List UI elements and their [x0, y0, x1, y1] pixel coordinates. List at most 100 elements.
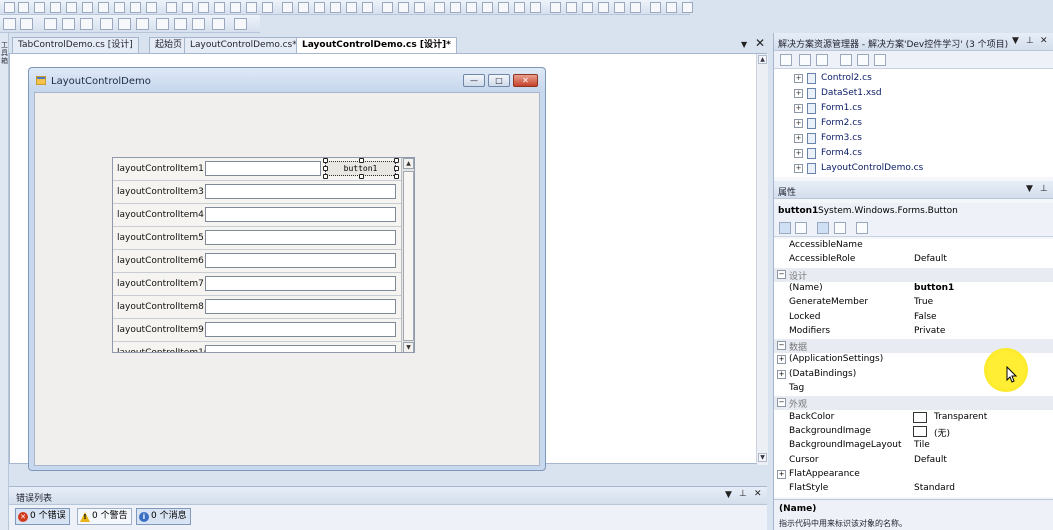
tab-layoutcontroldemo-code[interactable]: LayoutControlDemo.cs*: [184, 37, 303, 53]
pin-icon[interactable]: ⊥: [1026, 36, 1034, 46]
toolbar-button[interactable]: [214, 2, 225, 13]
close-icon[interactable]: ✕: [754, 489, 762, 499]
toolbar-button[interactable]: [650, 2, 661, 13]
toolbar-button[interactable]: [330, 2, 341, 13]
layout-item-textbox[interactable]: [205, 253, 396, 268]
toolbar-button[interactable]: [582, 2, 593, 13]
toolbar-button[interactable]: [114, 2, 125, 13]
form-client-area[interactable]: layoutControlItem1 button1 layoutControl…: [34, 92, 540, 466]
property-row[interactable]: (Name) button1: [774, 282, 1053, 296]
view-code-icon[interactable]: [840, 54, 852, 66]
scroll-down-icon[interactable]: ▼: [403, 342, 414, 352]
toolbar-button[interactable]: [262, 2, 273, 13]
toolbar-button[interactable]: [414, 2, 425, 13]
toolbar-button[interactable]: [362, 2, 373, 13]
collapse-icon[interactable]: −: [777, 269, 786, 279]
expand-icon[interactable]: +: [794, 134, 803, 143]
form-maximize-button[interactable]: □: [488, 74, 510, 87]
tab-start-page[interactable]: 起始页: [149, 37, 189, 53]
resize-handle[interactable]: [394, 166, 399, 171]
property-value[interactable]: Default: [914, 455, 947, 465]
property-row[interactable]: GenerateMember True: [774, 296, 1053, 310]
property-row[interactable]: AccessibleRole Default: [774, 253, 1053, 267]
categorized-icon[interactable]: [779, 222, 791, 234]
tab-layoutcontroldemo-design[interactable]: LayoutControlDemo.cs [设计]*: [296, 37, 457, 54]
property-value[interactable]: Standard: [914, 483, 955, 493]
panel-dropdown-icon[interactable]: ▼: [725, 490, 732, 500]
layout-control-item[interactable]: layoutControlItem10: [113, 342, 401, 352]
expand-icon[interactable]: +: [794, 89, 803, 98]
scroll-thumb[interactable]: [403, 171, 414, 341]
toolbar-button[interactable]: [182, 2, 193, 13]
property-value[interactable]: (无): [934, 426, 950, 439]
show-all-files-icon[interactable]: [799, 54, 811, 66]
resize-handle[interactable]: [394, 174, 399, 179]
toolbar-button[interactable]: [382, 2, 393, 13]
pin-icon[interactable]: ⊥: [739, 489, 747, 499]
resize-handle[interactable]: [323, 158, 328, 163]
property-value[interactable]: button1: [914, 283, 954, 293]
toolbar-button[interactable]: [118, 18, 131, 30]
toolbar-button[interactable]: [82, 2, 93, 13]
property-value[interactable]: False: [914, 312, 937, 322]
resize-handle[interactable]: [323, 174, 328, 179]
toolbar-button[interactable]: [192, 18, 205, 30]
tab-tabcontroldemo-design[interactable]: TabControlDemo.cs [设计]: [12, 37, 139, 53]
layout-item-textbox[interactable]: [205, 184, 396, 199]
events-icon[interactable]: [834, 222, 846, 234]
toolbar-button[interactable]: [434, 2, 445, 13]
toolbar-button[interactable]: [18, 2, 29, 13]
toolbar-button[interactable]: [398, 2, 409, 13]
layout-item-textbox[interactable]: [205, 299, 396, 314]
toolbar-button[interactable]: [98, 2, 109, 13]
toolbar-button[interactable]: [282, 2, 293, 13]
warnings-filter-button[interactable]: ! 0 个警告: [77, 508, 132, 525]
property-row[interactable]: Locked False: [774, 311, 1053, 325]
resize-handle[interactable]: [359, 158, 364, 163]
toolbar-button[interactable]: [166, 2, 177, 13]
messages-filter-button[interactable]: i0 个消息: [136, 508, 191, 525]
toolbar-button[interactable]: [130, 2, 141, 13]
property-row[interactable]: BackgroundImage (无): [774, 425, 1053, 439]
property-row[interactable]: Cursor Default: [774, 454, 1053, 468]
properties-view-icon[interactable]: [817, 222, 829, 234]
panel-dropdown-icon[interactable]: ▼: [1026, 184, 1033, 194]
designer-vertical-scrollbar[interactable]: ▲ ▼: [756, 54, 768, 465]
layout-control-item[interactable]: layoutControlItem9: [113, 319, 401, 342]
layout-item-textbox[interactable]: [205, 322, 396, 337]
form-designer-window[interactable]: LayoutControlDemo — □ ✕ layoutControlIte…: [28, 67, 546, 471]
property-value[interactable]: Private: [914, 326, 945, 336]
toolbar-button[interactable]: [100, 18, 113, 30]
toolbar-button[interactable]: [3, 18, 16, 30]
tab-dropdown-icon[interactable]: ▼: [741, 40, 747, 49]
property-value[interactable]: True: [914, 297, 933, 307]
layout-control-item[interactable]: layoutControlItem5: [113, 227, 401, 250]
toolbar-button[interactable]: [80, 18, 93, 30]
toolbar-button[interactable]: [4, 2, 15, 13]
expand-icon[interactable]: +: [794, 119, 803, 128]
alphabetical-icon[interactable]: [795, 222, 807, 234]
toolbar-button[interactable]: [62, 18, 75, 30]
expand-icon[interactable]: +: [777, 369, 786, 379]
expand-icon[interactable]: +: [794, 74, 803, 83]
toolbar-button[interactable]: [614, 2, 625, 13]
property-row[interactable]: BackColor Transparent: [774, 411, 1053, 425]
toolbox-label[interactable]: 工具箱: [0, 41, 9, 65]
panel-dropdown-icon[interactable]: ▼: [1012, 36, 1019, 46]
property-row[interactable]: FlatStyle Standard: [774, 482, 1053, 496]
toolbar-button[interactable]: [630, 2, 641, 13]
toolbar-button[interactable]: [34, 2, 45, 13]
form-minimize-button[interactable]: —: [463, 74, 485, 87]
resize-handle[interactable]: [359, 174, 364, 179]
toolbar-button[interactable]: [136, 18, 149, 30]
property-row[interactable]: + FlatAppearance: [774, 468, 1053, 482]
toolbar-button[interactable]: [174, 18, 187, 30]
toolbar-button[interactable]: [230, 2, 241, 13]
property-row[interactable]: Modifiers Private: [774, 325, 1053, 339]
close-icon[interactable]: ✕: [1040, 36, 1048, 46]
property-row[interactable]: BackgroundImageLayout Tile: [774, 439, 1053, 453]
property-category[interactable]: − 外观: [774, 396, 1053, 411]
toolbar-button[interactable]: [566, 2, 577, 13]
toolbar-button[interactable]: [466, 2, 477, 13]
layout-control-item[interactable]: layoutControlItem6: [113, 250, 401, 273]
